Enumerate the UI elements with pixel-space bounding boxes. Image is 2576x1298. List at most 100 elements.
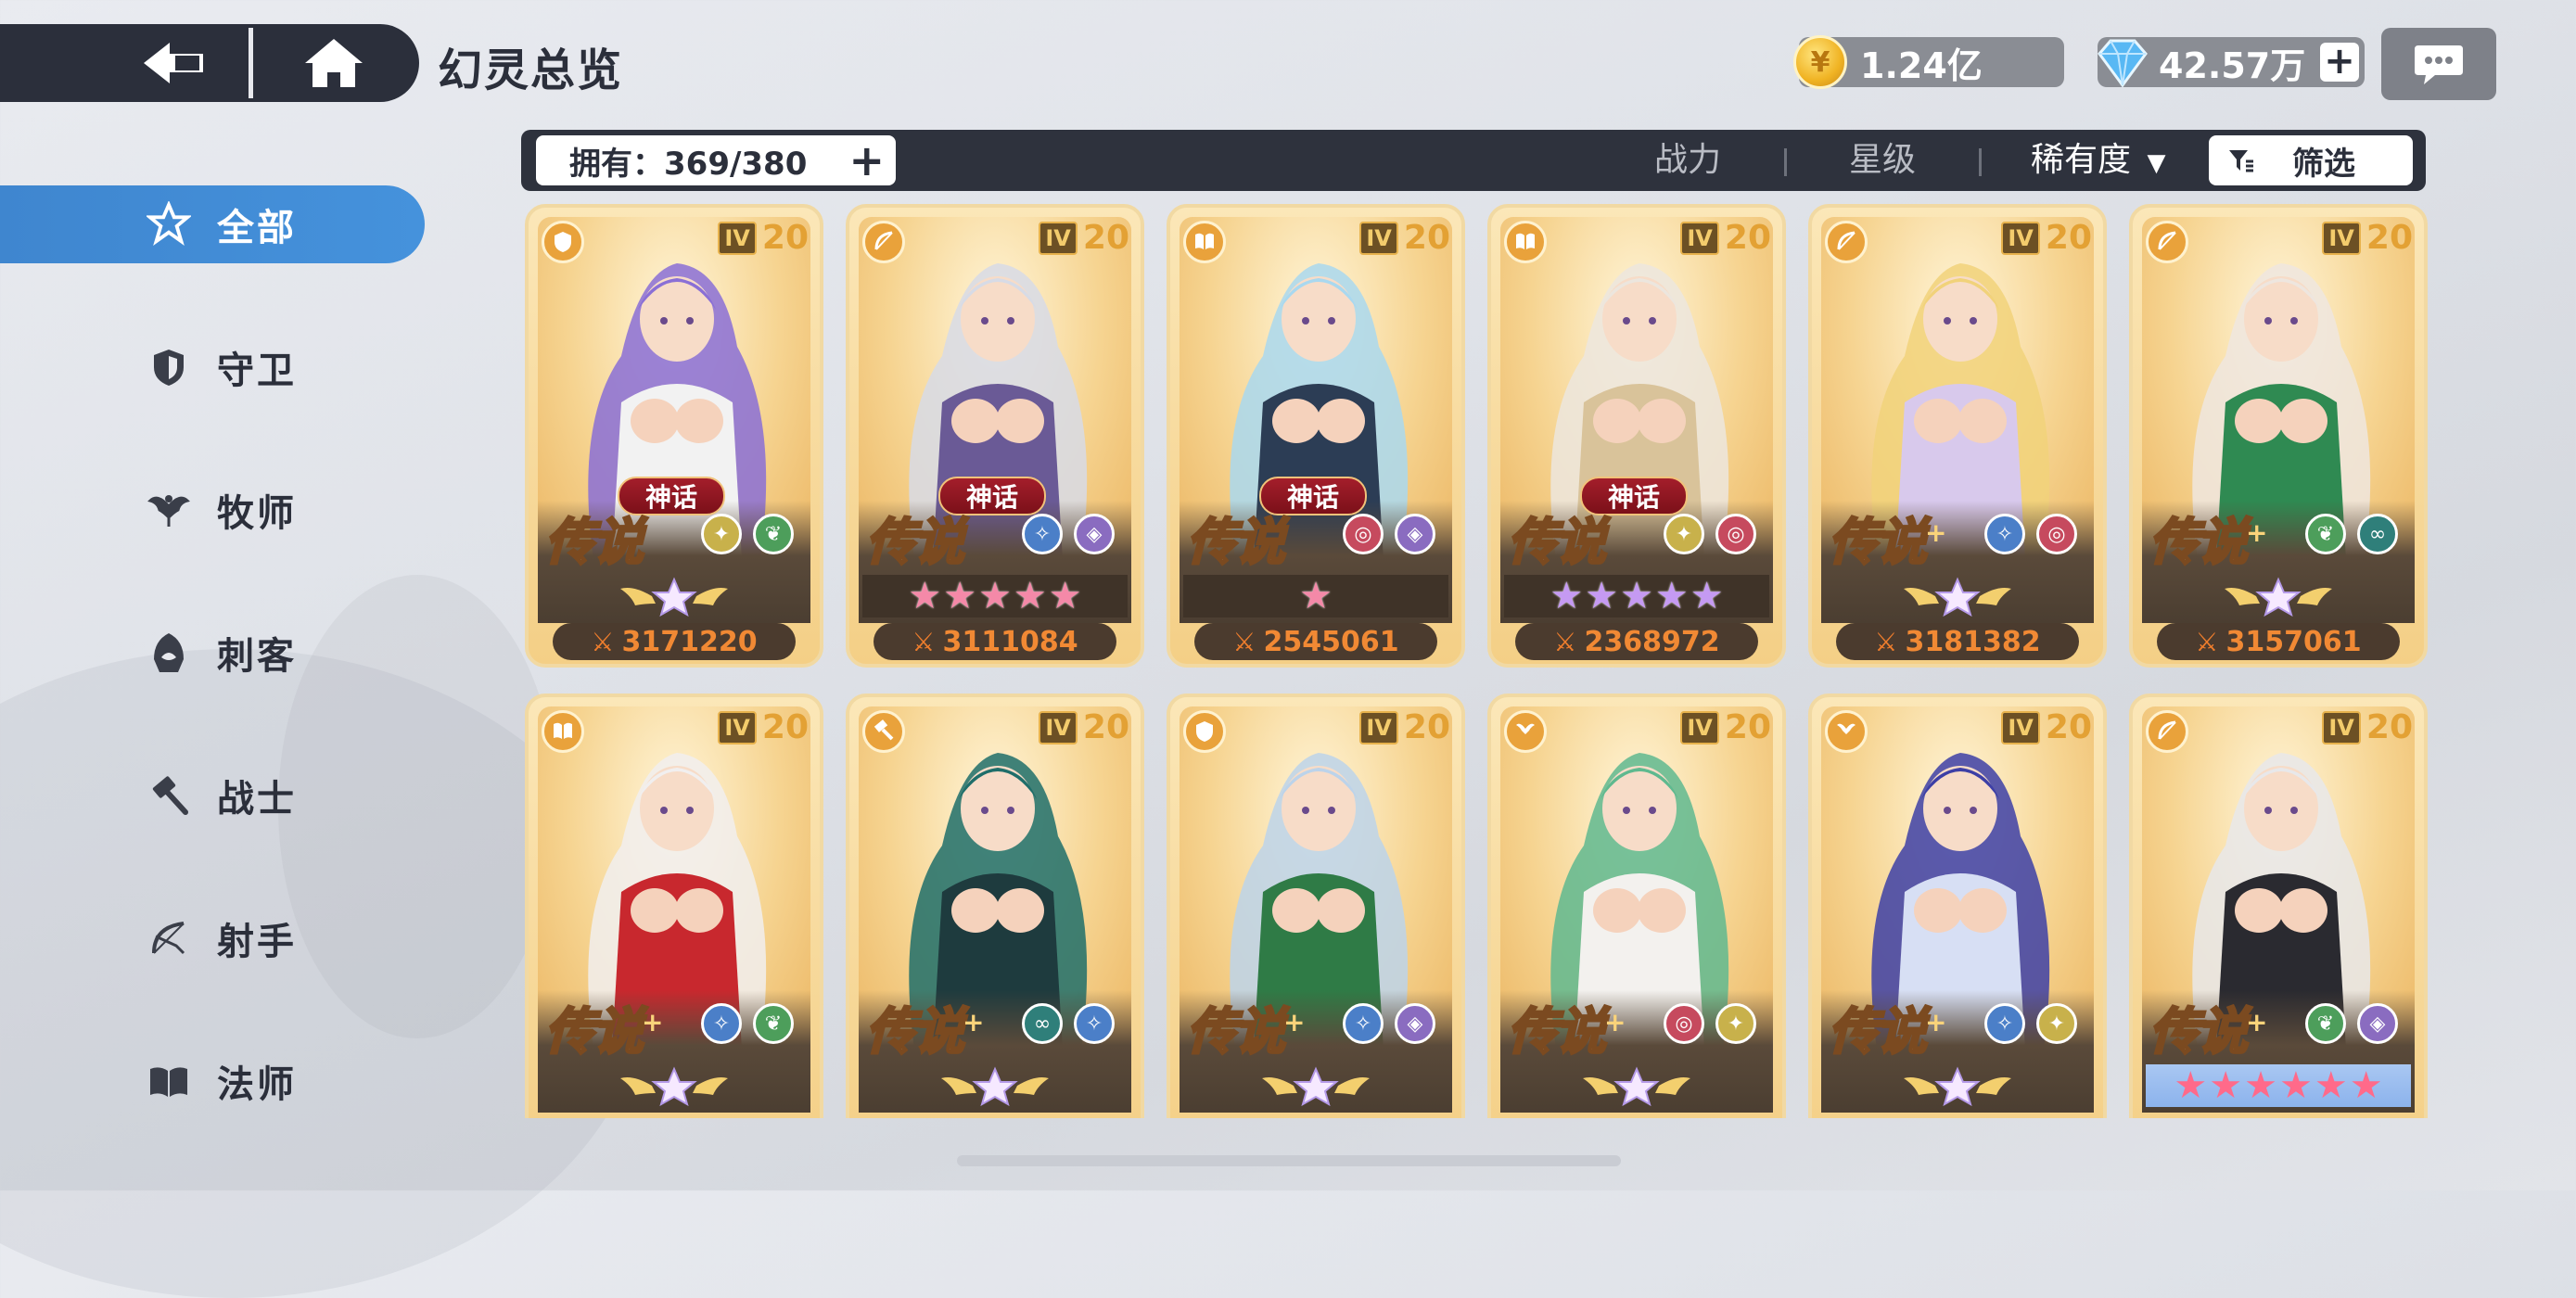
star-icon: ★	[1690, 575, 1724, 617]
combat-power-value: 3171220	[621, 625, 758, 658]
sidebar-item-warrior[interactable]: 战士	[0, 757, 425, 834]
level-value: 20	[2366, 219, 2413, 257]
scroll-indicator	[957, 1155, 1621, 1166]
add-gems-button[interactable]: +	[2320, 43, 2359, 82]
priest-wing-icon	[147, 488, 191, 532]
nature-wing-element-icon: ✦	[701, 514, 742, 554]
sidebar-item-guard[interactable]: 守卫	[0, 328, 425, 406]
book-icon	[1504, 221, 1547, 263]
hammer-icon	[147, 773, 191, 818]
star-icon: ★	[2174, 1064, 2208, 1107]
rarity-label: 传说	[544, 501, 645, 574]
character-card[interactable]: IV 20 传说+ ✧ ✦	[1808, 694, 2107, 1118]
character-card[interactable]: IV 20 神话 传说 ◎ ◈ ★ ⚔ 2545061	[1167, 204, 1465, 668]
sort-rarity-label: 稀有度	[2031, 141, 2132, 179]
sort-star-tab[interactable]: 星级	[1849, 135, 1916, 185]
combat-power: ⚔ 2545061	[1194, 623, 1437, 660]
filter-button[interactable]: 筛选	[2209, 135, 2413, 185]
combat-power: ⚔ 3181382	[1836, 623, 2079, 660]
bow-icon	[147, 916, 191, 961]
sidebar-item-label: 战士	[217, 778, 297, 821]
star-icon: ★	[978, 575, 1012, 617]
star-rank-emblem	[542, 1064, 807, 1107]
star-icon: ★	[1013, 575, 1047, 617]
rarity-plus: +	[963, 1007, 985, 1037]
star-element-icon: ✧	[1984, 514, 2025, 554]
gold-currency: ¥ 1.24亿	[1793, 35, 2064, 89]
home-button[interactable]	[269, 24, 399, 102]
star-rank-emblem	[862, 1064, 1128, 1107]
expand-plus-button[interactable]: +	[848, 139, 885, 182]
star-icon: ★	[943, 575, 977, 617]
rarity-plus: +	[1925, 517, 1947, 548]
level-value: 20	[761, 708, 809, 746]
character-card[interactable]: IV 20 传说+ ✧ ❦	[525, 694, 823, 1118]
level-value: 20	[2045, 708, 2092, 746]
character-card[interactable]: IV 20 传说+ ✧ ◎ ⚔ 3181382	[1808, 204, 2107, 668]
sidebar-item-label: 牧师	[217, 492, 297, 535]
crossed-swords-icon: ⚔	[912, 626, 936, 657]
character-card[interactable]: IV 20 传说+ ✧ ◈	[1167, 694, 1465, 1118]
level-indicator: IV 20	[2001, 708, 2092, 746]
rarity-plus: +	[1604, 1007, 1626, 1037]
sidebar-item-assassin[interactable]: 刺客	[0, 614, 425, 692]
star-icon: ★	[2314, 1064, 2348, 1107]
star-rank-row: ★ ★ ★ ★ ★	[1504, 575, 1769, 617]
star-rank-emblem	[1825, 1064, 2090, 1107]
level-indicator: IV 20	[2322, 708, 2413, 746]
swirl-element-icon: ◎	[1715, 514, 1756, 554]
chat-button[interactable]	[2381, 28, 2496, 100]
combat-power-value: 3157061	[2225, 625, 2362, 658]
hammer-icon	[862, 710, 905, 753]
character-card[interactable]: IV 20 神话 传说 ✧ ◈ ★ ★ ★ ★ ★ ⚔ 3111084	[846, 204, 1144, 668]
character-card[interactable]: IV 20 神话 传说 ✦ ❦ ⚔ 3171220	[525, 204, 823, 668]
level-indicator: IV 20	[2001, 219, 2092, 257]
character-card[interactable]: IV 20 神话 传说 ✦ ◎ ★ ★ ★ ★ ★ ⚔ 2368972	[1487, 204, 1786, 668]
star-element-icon: ✧	[1022, 514, 1063, 554]
sidebar-item-archer[interactable]: 射手	[0, 899, 425, 977]
rarity-text: 传说	[1186, 1001, 1287, 1063]
shield-icon	[147, 345, 191, 389]
book-icon	[1183, 221, 1226, 263]
sidebar-item-label: 守卫	[217, 350, 297, 392]
diamond-gem-icon	[2098, 39, 2148, 88]
iv-badge: IV	[718, 221, 757, 255]
back-arrow-icon	[144, 43, 203, 83]
shield-icon	[1183, 710, 1226, 753]
level-value: 20	[1082, 708, 1129, 746]
character-card[interactable]: IV 20 传说+ ∞ ✧	[846, 694, 1144, 1118]
level-indicator: IV 20	[1039, 708, 1129, 746]
sidebar-item-priest[interactable]: 牧师	[0, 471, 425, 549]
character-card[interactable]: IV 20 传说+ ❦ ∞ ⚔ 3157061	[2129, 204, 2428, 668]
sidebar-item-mage[interactable]: 法师	[0, 1042, 425, 1120]
level-indicator: IV 20	[1680, 219, 1771, 257]
nature-wing-element-icon: ✦	[2036, 1003, 2077, 1044]
star-icon: ★	[1620, 575, 1653, 617]
infinity-element-icon: ∞	[1022, 1003, 1063, 1044]
rarity-plus: +	[2246, 1007, 2268, 1037]
star-icon: ★	[1549, 575, 1584, 617]
winged-star-icon	[1262, 1066, 1370, 1106]
star-rank-emblem	[1504, 1064, 1769, 1107]
sort-separator	[1979, 148, 1982, 176]
star-element-icon: ✧	[1343, 1003, 1384, 1044]
sort-power-tab[interactable]: 战力	[1654, 135, 1721, 185]
star-icon: ★	[2244, 1064, 2277, 1107]
combat-power: ⚔ 3111084	[874, 623, 1116, 660]
assassin-hood-icon	[147, 630, 191, 675]
character-card[interactable]: IV 20 传说+ ❦ ◈ ★ ★ ★ ★ ★ ★	[2129, 694, 2428, 1118]
level-indicator: IV 20	[718, 708, 809, 746]
rarity-label: 传说	[1507, 501, 1608, 574]
rarity-plus: +	[642, 1007, 664, 1037]
combat-power: ⚔ 3171220	[553, 623, 796, 660]
iv-badge: IV	[2322, 710, 2361, 744]
character-card[interactable]: IV 20 传说+ ◎ ✦	[1487, 694, 1786, 1118]
sidebar-item-all[interactable]: 全部	[0, 185, 425, 263]
sort-rarity-tab[interactable]: 稀有度 ▼	[2031, 135, 2165, 185]
owned-count-box: 拥有：369/380 +	[536, 135, 896, 185]
back-button[interactable]	[102, 24, 241, 102]
level-value: 20	[2045, 219, 2092, 257]
infinity-element-icon: ∞	[2357, 514, 2398, 554]
rarity-label: 传说+	[1828, 990, 1947, 1063]
page-title: 幻灵总览	[438, 45, 624, 96]
